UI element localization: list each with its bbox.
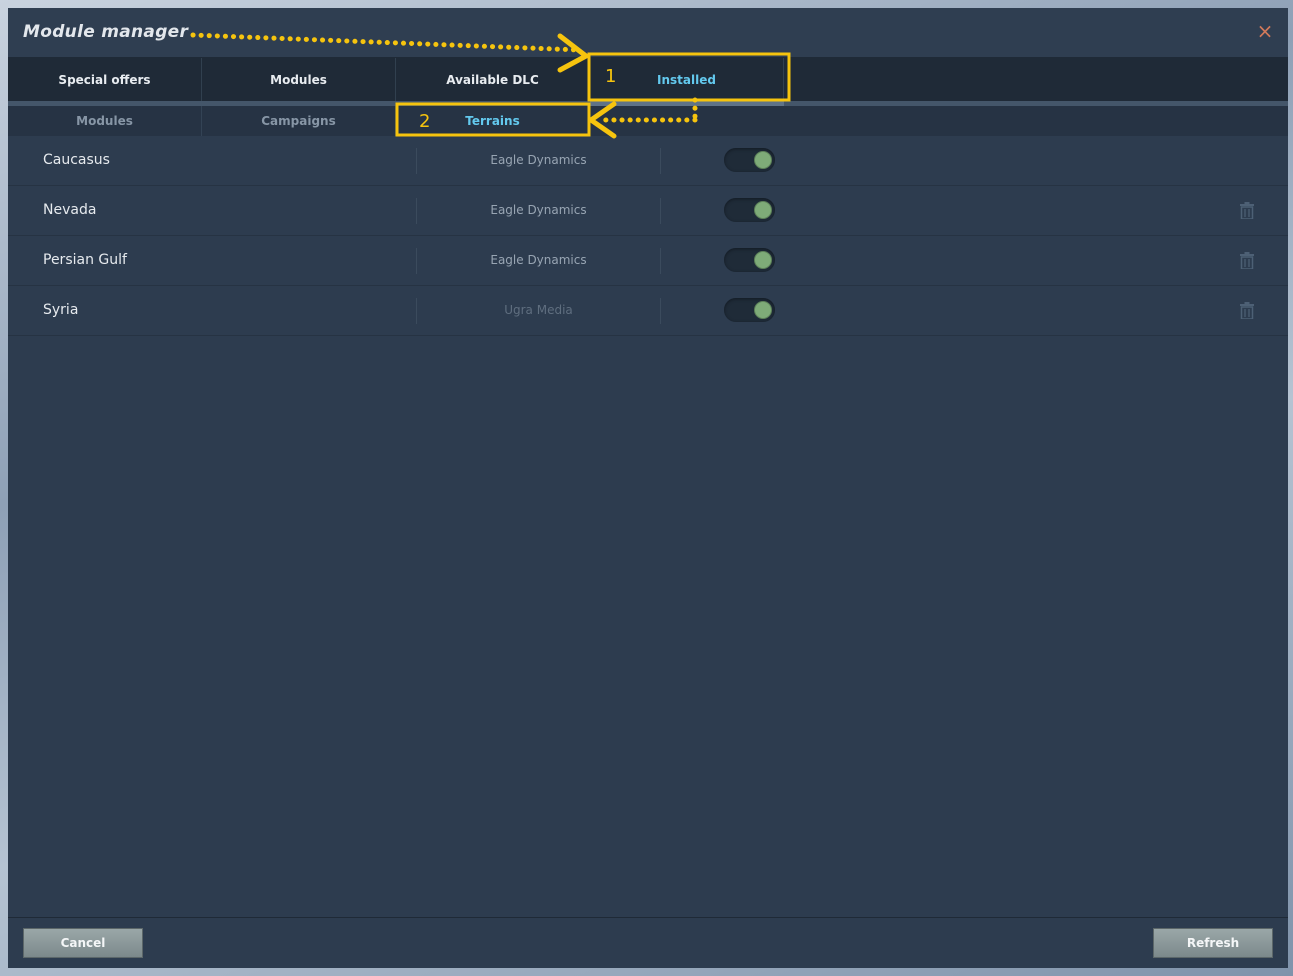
toggle-knob <box>754 301 772 319</box>
close-icon[interactable]: × <box>1256 21 1274 41</box>
annotation-step-1: 1 <box>605 66 617 87</box>
main-tabs: Special offers Modules Available DLC Ins… <box>8 58 1288 101</box>
subtab-modules[interactable]: Modules <box>8 106 202 136</box>
tab-installed[interactable]: Installed <box>590 58 784 101</box>
terrain-row-persian-gulf: Persian Gulf Eagle Dynamics <box>8 236 1288 286</box>
terrain-name: Nevada <box>43 202 97 218</box>
column-divider <box>660 198 661 224</box>
column-divider <box>660 298 661 324</box>
enable-toggle[interactable] <box>724 248 775 272</box>
trash-icon[interactable] <box>1240 302 1254 319</box>
tab-available-dlc[interactable]: Available DLC <box>396 58 590 101</box>
tab-modules[interactable]: Modules <box>202 58 396 101</box>
terrain-name: Persian Gulf <box>43 252 127 268</box>
terrain-name: Caucasus <box>43 152 110 168</box>
cancel-button[interactable]: Cancel <box>23 928 143 958</box>
terrain-developer: Eagle Dynamics <box>490 253 587 267</box>
title-bar: Module manager × <box>8 8 1288 58</box>
terrain-developer: Ugra Media <box>504 303 573 317</box>
toggle-knob <box>754 251 772 269</box>
sub-tabs: Modules Campaigns Terrains <box>8 106 1288 136</box>
refresh-button[interactable]: Refresh <box>1153 928 1273 958</box>
toggle-knob <box>754 201 772 219</box>
terrain-list: Caucasus Eagle Dynamics Nevada Eagle Dyn… <box>8 136 1288 336</box>
terrain-developer: Eagle Dynamics <box>490 153 587 167</box>
terrain-developer: Eagle Dynamics <box>490 203 587 217</box>
enable-toggle[interactable] <box>724 198 775 222</box>
terrain-row-nevada: Nevada Eagle Dynamics <box>8 186 1288 236</box>
module-manager-window: Module manager × Special offers Modules … <box>8 8 1288 968</box>
trash-icon[interactable] <box>1240 202 1254 219</box>
enable-toggle[interactable] <box>724 298 775 322</box>
toggle-knob <box>754 151 772 169</box>
terrain-name: Syria <box>43 302 79 318</box>
terrain-row-caucasus: Caucasus Eagle Dynamics <box>8 136 1288 186</box>
column-divider <box>660 248 661 274</box>
tab-special-offers[interactable]: Special offers <box>8 58 202 101</box>
footer-bar: Cancel Refresh <box>8 917 1288 968</box>
annotation-step-2: 2 <box>419 111 431 132</box>
enable-toggle[interactable] <box>724 148 775 172</box>
window-title: Module manager <box>23 22 189 42</box>
column-divider <box>660 148 661 174</box>
terrain-row-syria: Syria Ugra Media <box>8 286 1288 336</box>
subtab-campaigns[interactable]: Campaigns <box>202 106 396 136</box>
trash-icon[interactable] <box>1240 252 1254 269</box>
